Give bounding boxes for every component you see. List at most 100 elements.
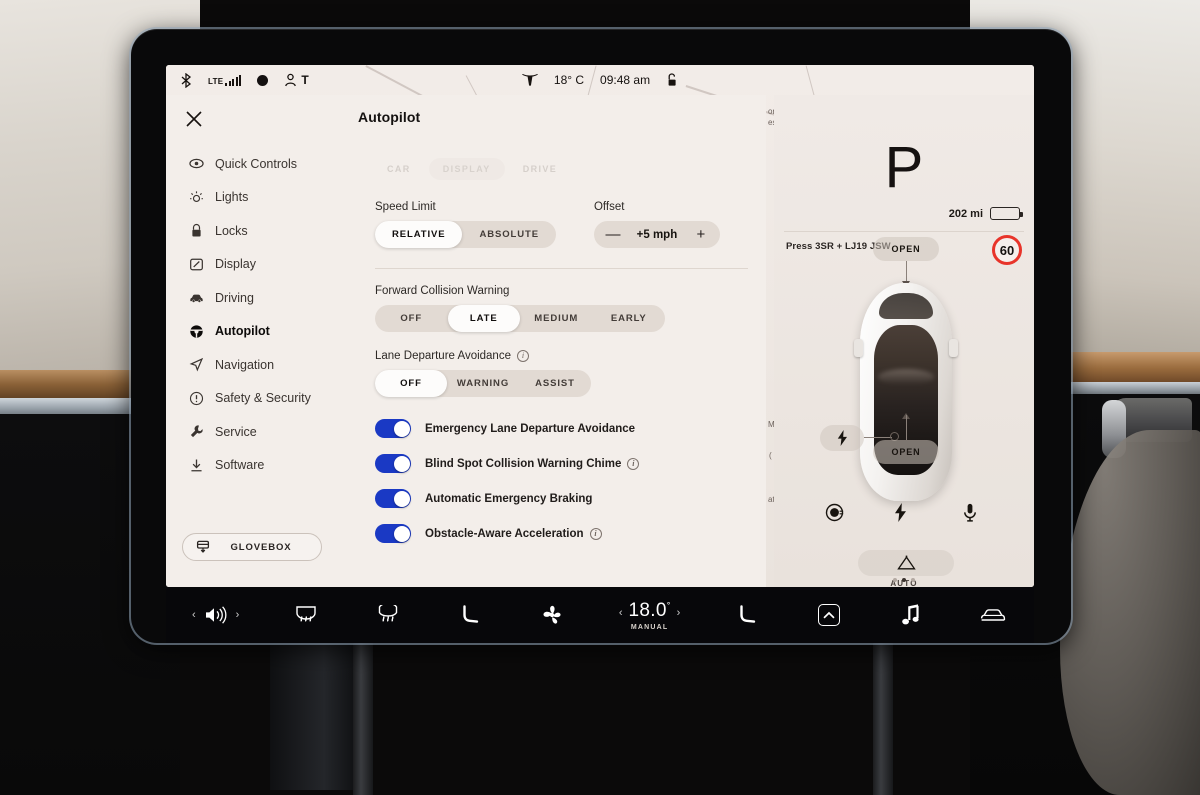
fan-button[interactable] bbox=[537, 604, 567, 626]
media-button[interactable] bbox=[896, 604, 926, 626]
music-note-icon bbox=[901, 604, 921, 626]
bluetooth-icon[interactable] bbox=[180, 72, 192, 88]
wrench-icon bbox=[188, 424, 204, 440]
page-title: Autopilot bbox=[358, 109, 421, 125]
info-icon[interactable]: i bbox=[516, 350, 529, 362]
steering-wheel-icon bbox=[188, 323, 204, 339]
speed-limit-option-relative[interactable]: RELATIVE bbox=[375, 221, 463, 248]
toggle-text: Automatic Emergency Braking bbox=[425, 492, 593, 505]
settings-content: CAR DISPLAY DRIVE Speed Limit RELATIVE A… bbox=[351, 147, 766, 587]
fcw-option-medium[interactable]: MEDIUM bbox=[520, 305, 593, 332]
sidebar-item-quick-controls[interactable]: Quick Controls bbox=[166, 147, 351, 181]
car-top-view-illustration[interactable] bbox=[854, 283, 958, 501]
page-dot[interactable] bbox=[911, 578, 915, 582]
volume-next-button[interactable]: › bbox=[236, 609, 240, 621]
page-indicator-dots[interactable] bbox=[774, 578, 1034, 582]
volume-icon[interactable] bbox=[205, 606, 227, 624]
page-dot-active[interactable] bbox=[902, 578, 906, 582]
lights-icon bbox=[188, 189, 204, 205]
forward-collision-warning-label: Forward Collision Warning bbox=[375, 285, 510, 297]
offset-stepper[interactable]: — +5 mph + bbox=[593, 221, 720, 248]
toggle-automatic-emergency-braking[interactable] bbox=[375, 489, 411, 508]
page-dot[interactable] bbox=[893, 578, 897, 582]
settings-sidebar: Quick Controls Lights Locks Display Driv… bbox=[166, 147, 351, 587]
car-front-icon bbox=[980, 607, 1006, 623]
sidebar-item-autopilot[interactable]: Autopilot bbox=[166, 315, 351, 349]
sidebar-item-driving[interactable]: Driving bbox=[166, 281, 351, 315]
toggle-blind-spot-collision-warning-chime[interactable] bbox=[375, 454, 411, 473]
forward-collision-warning-group: Forward Collision Warning OFF LATE MEDIU… bbox=[375, 285, 748, 332]
glovebox-button[interactable]: GLOVEBOX bbox=[182, 533, 322, 561]
range-display: 202 mi bbox=[949, 207, 1023, 220]
fcw-option-off[interactable]: OFF bbox=[375, 305, 448, 332]
toggle-obstacle-aware-acceleration[interactable] bbox=[375, 524, 411, 543]
glovebox-icon bbox=[195, 539, 211, 555]
lda-option-warning[interactable]: WARNING bbox=[447, 370, 519, 397]
lda-option-assist[interactable]: ASSIST bbox=[519, 370, 591, 397]
offset-group: Offset — +5 mph + bbox=[593, 201, 720, 248]
car-visualization-panel: P 202 mi Press 3SR + LJ19 JSW 60 OPEN OP… bbox=[774, 95, 1034, 587]
sidebar-item-navigation[interactable]: Navigation bbox=[166, 348, 351, 382]
sidebar-item-label: Quick Controls bbox=[215, 156, 297, 171]
toggle-row-blind-spot-chime: Blind Spot Collision Warning Chime i bbox=[375, 446, 748, 481]
sidebar-item-lights[interactable]: Lights bbox=[166, 181, 351, 215]
driver-seat-heater-button[interactable] bbox=[455, 604, 485, 626]
temperature-increase-button[interactable]: › bbox=[677, 607, 681, 619]
lane-departure-avoidance-label: Lane Departure Avoidance i bbox=[375, 350, 748, 362]
car-roof-highlight bbox=[878, 369, 934, 385]
battery-icon[interactable] bbox=[990, 207, 1023, 220]
toggle-text: Blind Spot Collision Warning Chime bbox=[425, 457, 622, 470]
volume-previous-button[interactable]: ‹ bbox=[192, 609, 196, 621]
sidebar-item-label: Display bbox=[215, 257, 256, 272]
apps-expand-button[interactable] bbox=[814, 604, 844, 626]
rear-trunk-open-button[interactable]: OPEN bbox=[873, 440, 939, 464]
fcw-option-early[interactable]: EARLY bbox=[593, 305, 666, 332]
speed-limit-option-absolute[interactable]: ABSOLUTE bbox=[462, 221, 555, 248]
speed-limit-segmented-control[interactable]: RELATIVE ABSOLUTE bbox=[375, 221, 556, 248]
sidebar-item-label: Software bbox=[215, 458, 265, 473]
sidebar-item-safety-security[interactable]: Safety & Security bbox=[166, 382, 351, 416]
temperature-decrease-button[interactable]: ‹ bbox=[619, 607, 623, 619]
microphone-icon[interactable] bbox=[963, 503, 983, 523]
toggle-list: Emergency Lane Departure Avoidance Blind… bbox=[375, 411, 748, 551]
info-icon[interactable]: i bbox=[589, 527, 602, 540]
info-icon[interactable]: i bbox=[627, 457, 640, 470]
profile-icon[interactable]: T bbox=[284, 73, 309, 87]
sidebar-item-label: Navigation bbox=[215, 357, 275, 372]
toggle-emergency-lane-departure-avoidance[interactable] bbox=[375, 419, 411, 438]
offset-decrement-button[interactable]: — bbox=[600, 221, 626, 248]
touchscreen-bezel: or est M ( at LTE bbox=[131, 29, 1071, 643]
fcw-option-late[interactable]: LATE bbox=[447, 305, 520, 332]
ghost-tab: CAR bbox=[387, 164, 411, 174]
car-status-button[interactable] bbox=[978, 607, 1008, 623]
toggle-label: Obstacle-Aware Acceleration i bbox=[425, 527, 602, 540]
network-type-label: LTE bbox=[208, 76, 224, 86]
close-icon[interactable] bbox=[183, 108, 205, 130]
sidebar-item-locks[interactable]: Locks bbox=[166, 214, 351, 248]
gear-indicator: P bbox=[884, 135, 924, 200]
warning-circle-icon bbox=[188, 390, 204, 406]
lda-option-off[interactable]: OFF bbox=[375, 370, 447, 397]
passenger-seat-heater-button[interactable] bbox=[732, 604, 762, 626]
sidebar-item-software[interactable]: Software bbox=[166, 449, 351, 483]
sidebar-item-label: Locks bbox=[215, 223, 248, 238]
charge-port-button[interactable] bbox=[820, 425, 864, 451]
offset-increment-button[interactable]: + bbox=[688, 221, 714, 248]
front-trunk-open-button[interactable]: OPEN bbox=[873, 237, 939, 261]
headlights-icon[interactable] bbox=[825, 503, 845, 523]
dashcam-record-icon[interactable] bbox=[257, 74, 269, 86]
lane-departure-avoidance-segmented-control[interactable]: OFF WARNING ASSIST bbox=[375, 370, 591, 397]
display-icon bbox=[188, 256, 204, 272]
speed-limit-sign[interactable]: 60 bbox=[992, 235, 1022, 265]
sidebar-item-service[interactable]: Service bbox=[166, 415, 351, 449]
wiper-button[interactable] bbox=[858, 550, 954, 576]
rear-defrost-button[interactable] bbox=[291, 605, 321, 625]
toggle-text: Emergency Lane Departure Avoidance bbox=[425, 422, 636, 435]
front-defrost-button[interactable] bbox=[373, 605, 403, 625]
glovebox-label: GLOVEBOX bbox=[230, 541, 292, 553]
forward-collision-warning-segmented-control[interactable]: OFF LATE MEDIUM EARLY bbox=[375, 305, 665, 332]
sidebar-item-label: Autopilot bbox=[215, 324, 270, 339]
unlocked-padlock-icon[interactable] bbox=[666, 73, 678, 87]
charge-bolt-icon[interactable] bbox=[894, 503, 914, 523]
sidebar-item-display[interactable]: Display bbox=[166, 248, 351, 282]
